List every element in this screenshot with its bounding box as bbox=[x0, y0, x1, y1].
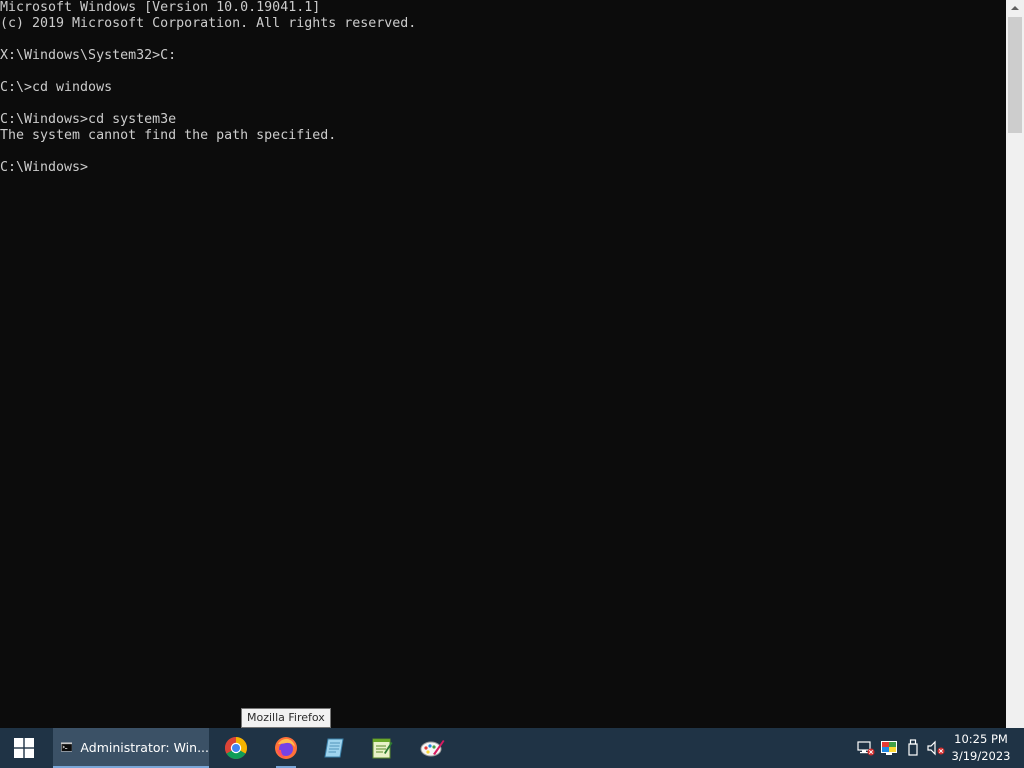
taskbar: Administrator: Win... 10:25 PM 3/19/2023 bbox=[0, 728, 1024, 768]
clock-time: 10:25 PM bbox=[954, 732, 1008, 746]
command-prompt-console[interactable]: Microsoft Windows [Version 10.0.19041.1]… bbox=[0, 0, 1006, 728]
firefox-icon bbox=[275, 737, 297, 759]
paint-taskbar-button[interactable] bbox=[408, 728, 456, 768]
firefox-taskbar-button[interactable] bbox=[262, 728, 310, 768]
cmd-icon bbox=[61, 742, 73, 752]
start-button[interactable] bbox=[0, 728, 48, 768]
cmd-task-label: Administrator: Win... bbox=[80, 739, 209, 755]
firefox-tooltip: Mozilla Firefox bbox=[241, 708, 331, 728]
paint-icon bbox=[420, 740, 445, 757]
windows-logo-icon bbox=[14, 738, 34, 758]
console-scrollbar[interactable] bbox=[1006, 0, 1024, 728]
desktop-screen: Microsoft Windows [Version 10.0.19041.1]… bbox=[0, 0, 1024, 768]
console-line: The system cannot find the path specifie… bbox=[0, 128, 337, 143]
cmd-taskbar-button[interactable]: Administrator: Win... bbox=[53, 728, 209, 768]
chrome-icon bbox=[225, 737, 247, 759]
console-prompt-line[interactable]: C:\Windows> bbox=[0, 160, 1006, 176]
network-disconnected-icon[interactable] bbox=[856, 738, 876, 758]
console-line: (c) 2019 Microsoft Corporation. All righ… bbox=[0, 16, 417, 31]
taskbar-clock[interactable]: 10:25 PM 3/19/2023 bbox=[946, 731, 1016, 765]
text-editor-icon bbox=[372, 738, 393, 759]
clock-date: 3/19/2023 bbox=[951, 749, 1011, 763]
console-line: X:\Windows\System32>C: bbox=[0, 48, 177, 63]
console-line: Microsoft Windows [Version 10.0.19041.1] bbox=[0, 0, 321, 15]
scroll-up-arrow-icon[interactable] bbox=[1006, 0, 1024, 16]
notepad-icon bbox=[324, 738, 344, 758]
volume-muted-icon[interactable] bbox=[926, 738, 946, 758]
chrome-taskbar-button[interactable] bbox=[212, 728, 260, 768]
notepad-taskbar-button[interactable] bbox=[310, 728, 358, 768]
usb-drive-icon[interactable] bbox=[903, 738, 923, 758]
text-editor-taskbar-button[interactable] bbox=[358, 728, 406, 768]
color-display-icon[interactable] bbox=[879, 738, 899, 758]
console-line: C:\>cd windows bbox=[0, 80, 113, 95]
scrollbar-thumb[interactable] bbox=[1008, 17, 1022, 133]
console-line: C:\Windows>cd system3e bbox=[0, 112, 177, 127]
